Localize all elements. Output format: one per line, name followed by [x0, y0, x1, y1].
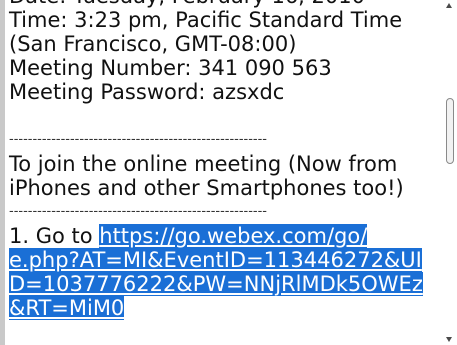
step-1-prefix: 1. Go to	[9, 224, 100, 248]
meeting-link-part-1[interactable]: https://go.webex.com/go/	[99, 224, 368, 248]
meeting-link-part-2[interactable]: e.php?AT=MI&EventID=113446272&UI	[9, 248, 422, 272]
vertical-scrollbar[interactable]	[443, 0, 457, 345]
separator-line: ----------------------------------------…	[9, 133, 268, 147]
timezone-line: (San Francisco, GMT-08:00)	[9, 32, 297, 56]
left-border	[0, 0, 5, 345]
time-line: Time: 3:23 pm, Pacific Standard Time	[9, 8, 403, 32]
separator-line: ----------------------------------------…	[9, 205, 268, 219]
email-message-view: Date: Tuesday, February 16, 2010 Time: 3…	[0, 0, 457, 345]
meeting-number-line: Meeting Number: 341 090 563	[9, 56, 332, 80]
separator-row: ----------------------------------------…	[9, 200, 437, 224]
link-continuation-line: &RT=MiM0	[9, 296, 437, 320]
join-instructions-line-2: iPhones and other Smartphones too!)	[9, 176, 404, 200]
meeting-password-line: Meeting Password: azsxdc	[9, 80, 285, 104]
triangle-down-icon[interactable]	[446, 337, 452, 342]
date-line: Date: Tuesday, February 16, 2010	[9, 0, 437, 8]
link-continuation-line: D=1037776222&PW=NNjRlMDk5OWEz	[9, 272, 437, 296]
step-1-line: 1. Go to https://go.webex.com/go/	[9, 224, 437, 248]
separator-row: ----------------------------------------…	[9, 128, 437, 152]
link-continuation-line: e.php?AT=MI&EventID=113446272&UI	[9, 248, 437, 272]
message-body[interactable]: Date: Tuesday, February 16, 2010 Time: 3…	[9, 0, 437, 320]
meeting-link-part-4[interactable]: &RT=MiM0	[9, 296, 125, 320]
triangle-up-icon[interactable]	[446, 3, 452, 8]
meeting-link-part-3[interactable]: D=1037776222&PW=NNjRlMDk5OWEz	[9, 272, 423, 296]
scroll-thumb[interactable]	[446, 98, 454, 164]
join-instructions-line-1: To join the online meeting (Now from	[9, 152, 398, 176]
